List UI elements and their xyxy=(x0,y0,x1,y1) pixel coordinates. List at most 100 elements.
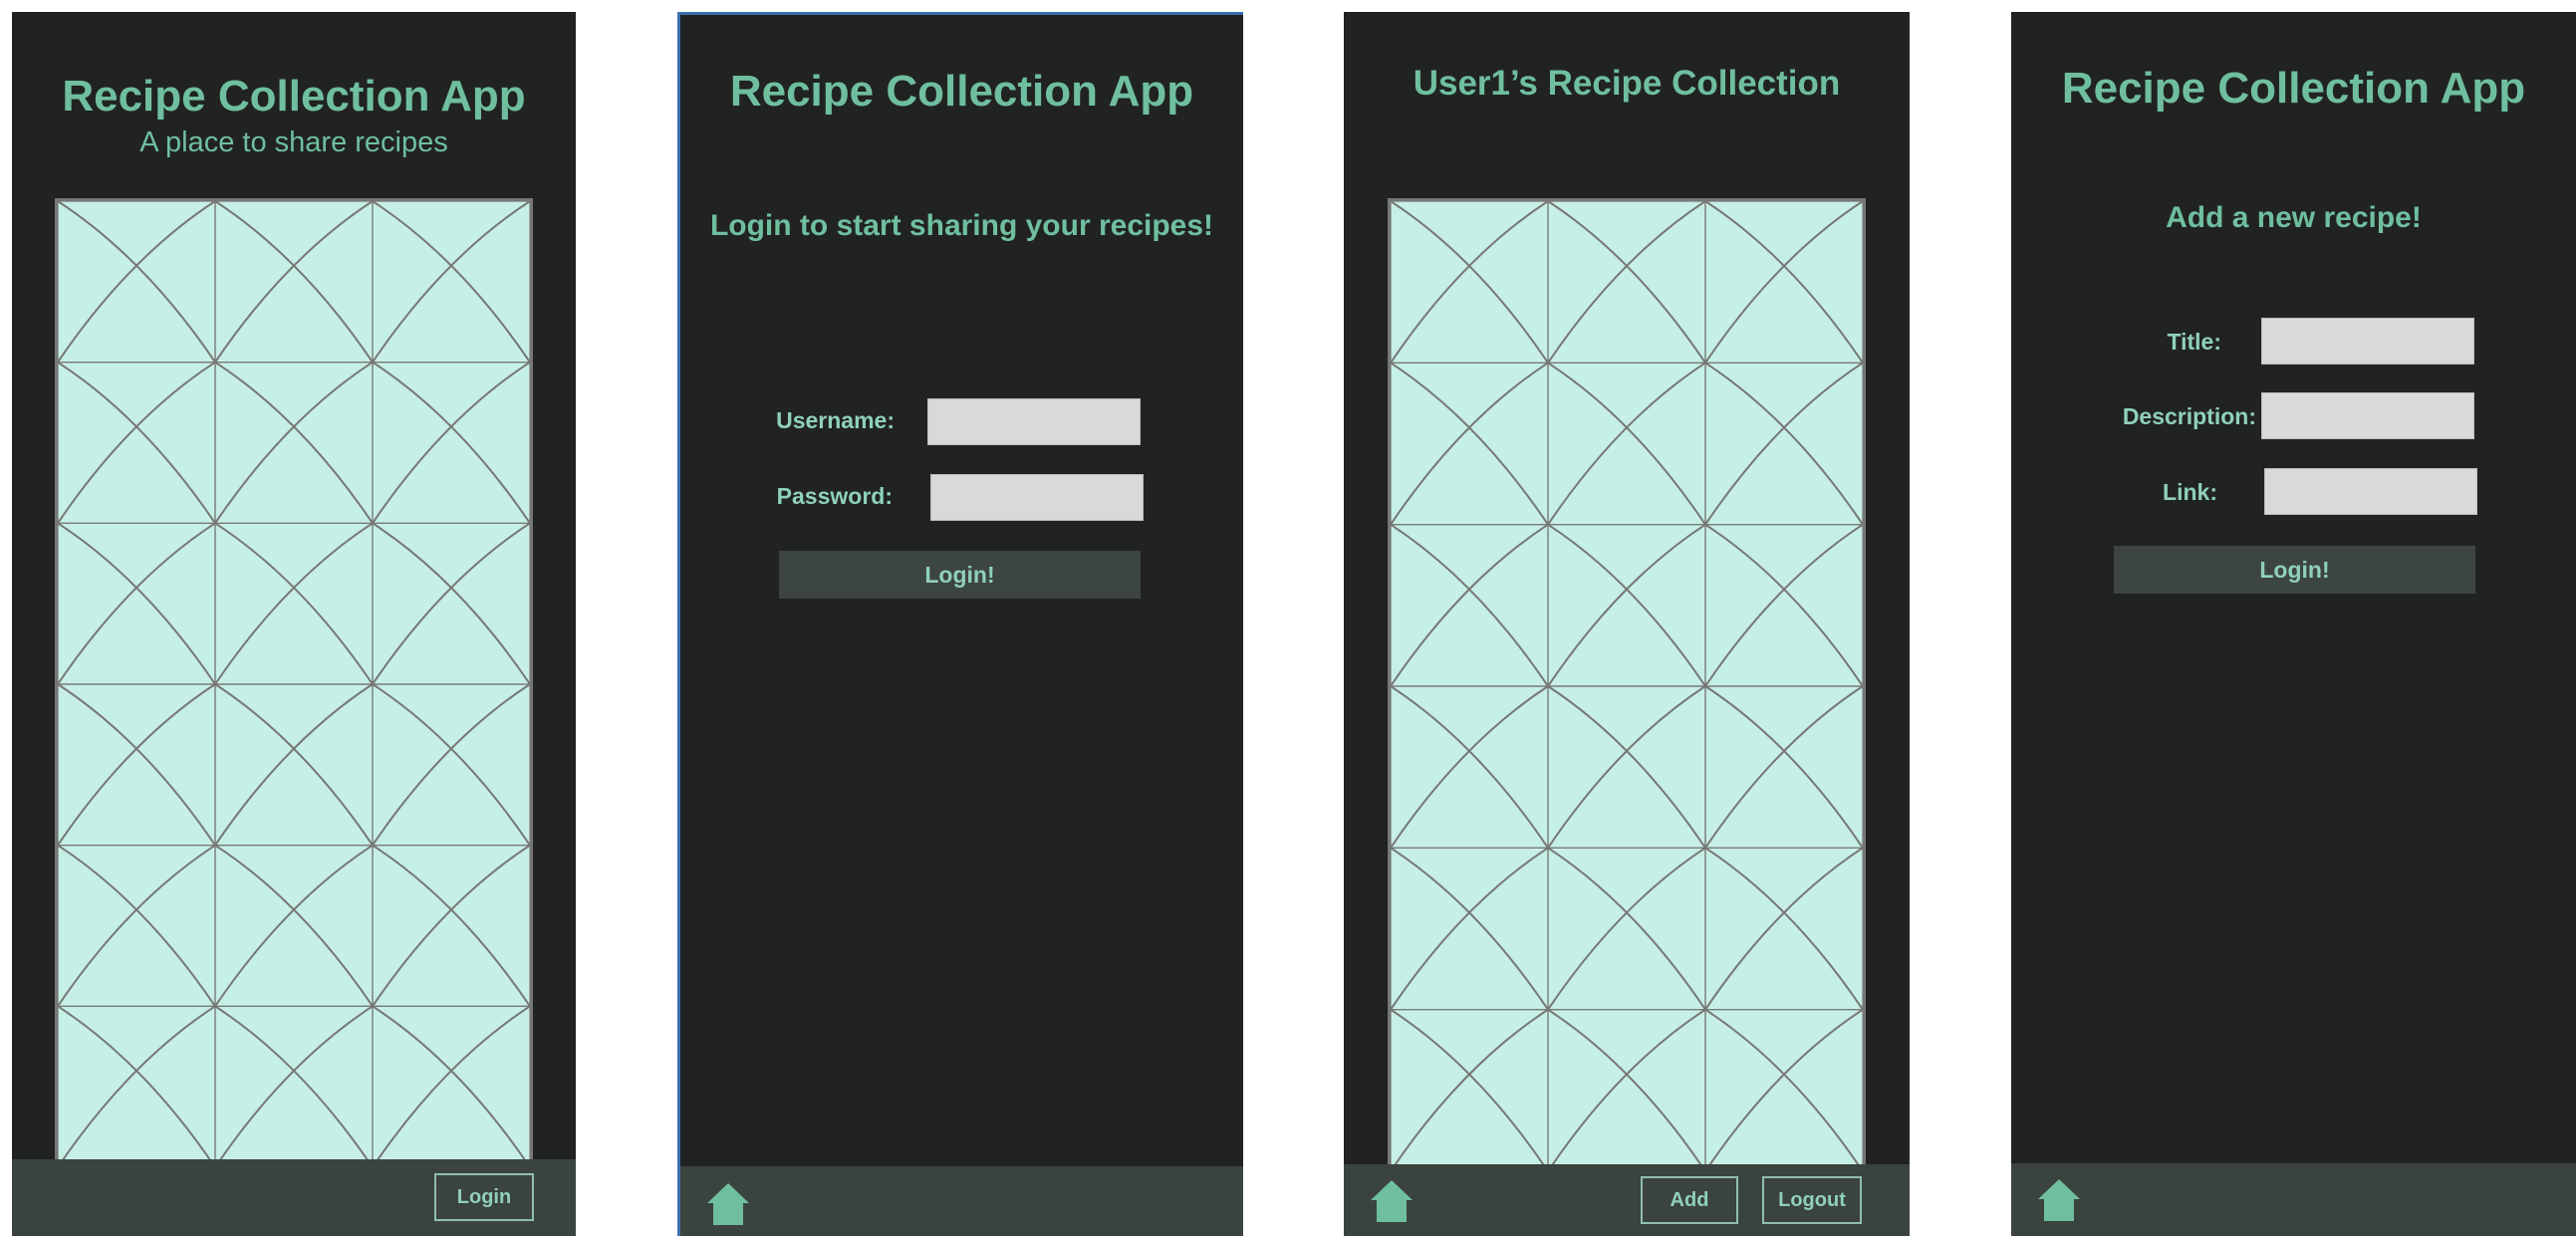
placeholder-diagonal xyxy=(1705,201,1863,363)
placeholder-diagonal xyxy=(1705,525,1863,686)
placeholder-diagonal xyxy=(1705,1010,1863,1171)
placeholder-cell xyxy=(373,846,530,1007)
placeholder-diagonal xyxy=(1391,686,1548,848)
login-heading: Login to start sharing your recipes! xyxy=(709,209,1214,242)
placeholder-diagonal xyxy=(1391,363,1548,524)
add-recipe-heading: Add a new recipe! xyxy=(2166,201,2422,234)
placeholder-cell xyxy=(58,1006,215,1167)
app-subtitle: A place to share recipes xyxy=(139,126,448,158)
bottom-bar: Add Logout xyxy=(1344,1164,1910,1236)
placeholder-diagonal xyxy=(373,684,530,846)
app-title: Recipe Collection App xyxy=(729,67,1194,116)
placeholder-diagonal xyxy=(1705,848,1863,1009)
placeholder-diagonal xyxy=(58,684,215,846)
placeholder-diagonal xyxy=(1391,848,1548,1009)
placeholder-diagonal xyxy=(215,363,373,524)
placeholder-diagonal xyxy=(1391,1010,1548,1171)
placeholder-cell xyxy=(58,846,215,1007)
placeholder-cell xyxy=(58,201,215,363)
placeholder-cell xyxy=(1391,525,1548,686)
placeholder-cell xyxy=(373,201,530,363)
home-icon[interactable] xyxy=(1369,1178,1415,1224)
placeholder-diagonal xyxy=(215,684,373,846)
placeholder-cell xyxy=(215,684,373,846)
placeholder-diagonal xyxy=(1391,201,1548,363)
placeholder-diagonal xyxy=(1548,848,1705,1009)
placeholder-diagonal xyxy=(373,684,530,846)
username-field[interactable] xyxy=(927,398,1141,445)
link-field[interactable] xyxy=(2264,468,2477,515)
placeholder-cell xyxy=(58,684,215,846)
placeholder-cell xyxy=(1391,201,1548,363)
placeholder-diagonal xyxy=(1391,363,1548,524)
placeholder-cell xyxy=(1705,525,1863,686)
placeholder-diagonal xyxy=(373,1006,530,1167)
password-field[interactable] xyxy=(930,474,1144,521)
placeholder-cell xyxy=(215,523,373,684)
placeholder-diagonal xyxy=(1705,201,1863,363)
placeholder-cell xyxy=(1548,525,1705,686)
placeholder-cell xyxy=(1391,686,1548,848)
placeholder-cell xyxy=(1705,363,1863,524)
placeholder-cell xyxy=(1548,848,1705,1009)
home-icon[interactable] xyxy=(2036,1177,2082,1223)
home-icon[interactable] xyxy=(705,1181,751,1227)
placeholder-diagonal xyxy=(1391,525,1548,686)
placeholder-cell xyxy=(373,363,530,524)
login-button[interactable]: Login xyxy=(434,1173,534,1221)
placeholder-diagonal xyxy=(1705,363,1863,524)
placeholder-diagonal xyxy=(1391,201,1548,363)
title-field[interactable] xyxy=(2261,318,2474,365)
placeholder-cell xyxy=(58,523,215,684)
placeholder-cell xyxy=(215,201,373,363)
placeholder-cell xyxy=(1705,848,1863,1009)
placeholder-diagonal xyxy=(215,846,373,1007)
placeholder-diagonal xyxy=(1705,686,1863,848)
placeholder-cell xyxy=(1548,363,1705,524)
placeholder-diagonal xyxy=(58,846,215,1007)
placeholder-diagonal xyxy=(58,523,215,684)
placeholder-diagonal xyxy=(1391,525,1548,686)
description-label: Description: xyxy=(2122,403,2256,429)
add-recipe-submit-button[interactable]: Login! xyxy=(2114,546,2475,594)
collection-title: User1’s Recipe Collection xyxy=(1413,64,1841,103)
description-field[interactable] xyxy=(2261,392,2474,439)
placeholder-diagonal xyxy=(215,1006,373,1167)
placeholder-diagonal xyxy=(1548,686,1705,848)
placeholder-diagonal xyxy=(1548,363,1705,524)
placeholder-diagonal xyxy=(1705,525,1863,686)
placeholder-diagonal xyxy=(1548,686,1705,848)
placeholder-cell xyxy=(1705,686,1863,848)
logout-button[interactable]: Logout xyxy=(1762,1176,1862,1224)
placeholder-diagonal xyxy=(215,523,373,684)
login-submit-button[interactable]: Login! xyxy=(779,551,1141,599)
placeholder-cell xyxy=(215,846,373,1007)
placeholder-diagonal xyxy=(1705,686,1863,848)
placeholder-diagonal xyxy=(1705,1010,1863,1171)
placeholder-diagonal xyxy=(373,363,530,524)
placeholder-cell xyxy=(1548,686,1705,848)
placeholder-cell xyxy=(58,363,215,524)
placeholder-diagonal xyxy=(58,363,215,524)
app-title: Recipe Collection App xyxy=(62,72,526,121)
password-label: Password: xyxy=(776,483,893,509)
placeholder-diagonal xyxy=(58,1006,215,1167)
placeholder-cell xyxy=(1548,1010,1705,1171)
bottom-bar xyxy=(680,1166,1243,1236)
recipe-grid-placeholder xyxy=(1388,198,1866,1174)
placeholder-diagonal xyxy=(1391,1010,1548,1171)
bottom-bar xyxy=(2011,1163,2576,1236)
placeholder-diagonal xyxy=(373,1006,530,1167)
placeholder-image xyxy=(1391,201,1863,1171)
placeholder-cell xyxy=(373,523,530,684)
placeholder-cell xyxy=(1391,363,1548,524)
placeholder-cell xyxy=(373,1006,530,1167)
placeholder-diagonal xyxy=(373,201,530,363)
placeholder-diagonal xyxy=(373,523,530,684)
placeholder-diagonal xyxy=(1391,686,1548,848)
placeholder-diagonal xyxy=(1391,848,1548,1009)
placeholder-diagonal xyxy=(215,684,373,846)
placeholder-diagonal xyxy=(1548,525,1705,686)
add-button[interactable]: Add xyxy=(1641,1176,1738,1224)
screen-login: Recipe Collection App Login to start sha… xyxy=(677,12,1243,1236)
